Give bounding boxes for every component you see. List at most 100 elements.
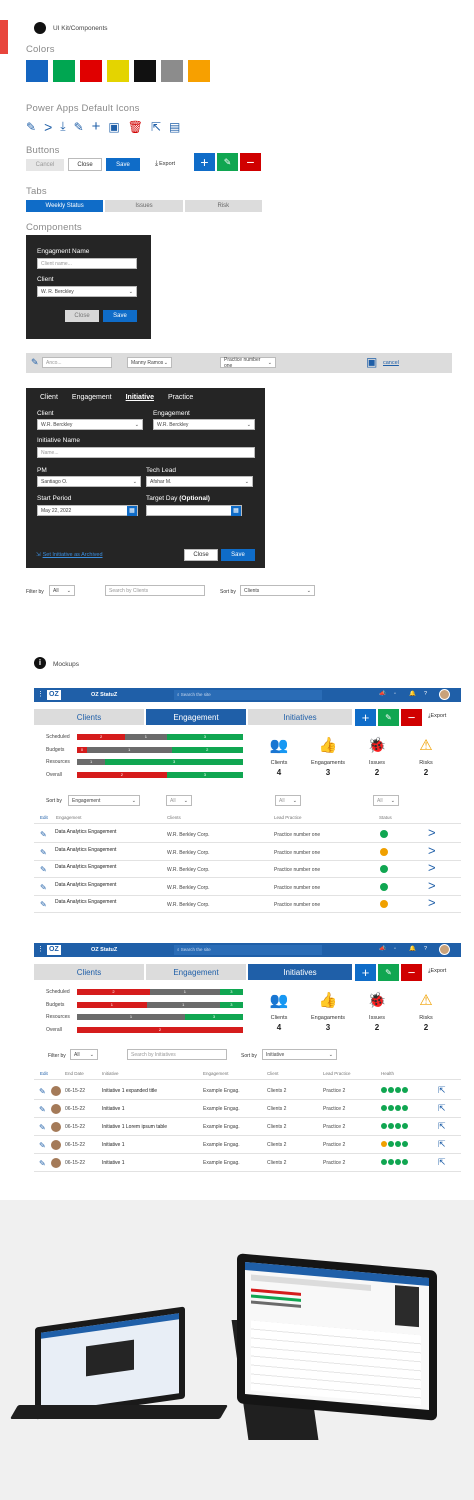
settings-small-icon[interactable]: ◦ bbox=[394, 946, 396, 952]
tab-issues[interactable]: Issues bbox=[105, 200, 183, 212]
edit-icon[interactable]: ✎ bbox=[40, 830, 47, 839]
engagement-select[interactable]: W.R. Berckley ⌄ bbox=[153, 419, 255, 430]
edit-document-icon[interactable]: ✎ bbox=[74, 120, 84, 134]
open-external-icon[interactable]: ⇱ bbox=[438, 1139, 446, 1150]
practice-select[interactable]: Practice number one ⌄ bbox=[220, 357, 276, 369]
open-external-icon[interactable]: ⇱ bbox=[438, 1157, 446, 1168]
chevron-right-icon[interactable]: > bbox=[428, 861, 436, 874]
table-row[interactable]: ✎ 06-15-22 Initiative 1 Lorem ipsum table E… bbox=[34, 1118, 461, 1136]
toolbar-search-input[interactable]: Anco... bbox=[42, 357, 112, 368]
edit-button[interactable]: ✎ bbox=[378, 964, 399, 981]
client-select[interactable]: W. R. Berckley ⌄ bbox=[37, 286, 137, 297]
initiative-tab[interactable]: Practice bbox=[168, 394, 193, 401]
filter-select[interactable]: All ⌄ bbox=[166, 795, 192, 806]
chevron-right-icon[interactable]: > bbox=[44, 119, 52, 135]
table-row[interactable]: ✎ Data Analytics Engagement W.R. Berkley C… bbox=[34, 861, 461, 878]
tab-engagement[interactable]: Engagement bbox=[146, 964, 246, 980]
save-icon[interactable]: ▣ bbox=[366, 355, 377, 369]
chevron-right-icon[interactable]: > bbox=[428, 896, 436, 909]
filter-select[interactable]: All ⌄ bbox=[70, 1049, 98, 1060]
avatar[interactable] bbox=[439, 944, 450, 955]
edit-icon[interactable]: ✎ bbox=[40, 848, 47, 857]
add-button[interactable]: + bbox=[194, 153, 215, 171]
pm-select[interactable]: Manny Ramos ⌄ bbox=[127, 357, 172, 368]
client-select[interactable]: W.R. Berckley ⌄ bbox=[37, 419, 143, 430]
target-day-input[interactable]: ▦ bbox=[146, 505, 242, 516]
edit-icon[interactable]: ✎ bbox=[39, 1159, 46, 1168]
edit-icon[interactable]: ✎ bbox=[40, 883, 47, 892]
open-external-icon[interactable]: ⇱ bbox=[438, 1085, 446, 1096]
download-icon[interactable]: ⤓ bbox=[60, 119, 65, 134]
filter-select[interactable]: All ⌄ bbox=[275, 795, 301, 806]
calendar-icon[interactable]: ▦ bbox=[127, 505, 137, 516]
initiative-tab[interactable]: Initiative bbox=[126, 394, 154, 401]
megaphone-icon[interactable]: 📣 bbox=[379, 946, 386, 952]
close-button[interactable]: Close bbox=[184, 549, 218, 561]
edit-button[interactable]: ✎ bbox=[217, 153, 238, 171]
add-icon[interactable]: + bbox=[92, 118, 101, 135]
edit-icon[interactable]: ✎ bbox=[40, 900, 47, 909]
add-button[interactable]: + bbox=[355, 964, 376, 981]
save-icon[interactable]: ▣ bbox=[108, 120, 119, 134]
sort-select[interactable]: Clients ⌄ bbox=[240, 585, 315, 596]
initiative-name-input[interactable]: Name... bbox=[37, 447, 255, 458]
table-row[interactable]: ✎ 06-15-22 Initiative 1 Example Engag. Clien… bbox=[34, 1154, 461, 1172]
tech-lead-select[interactable]: Afshar M. ⌄ bbox=[146, 476, 253, 487]
table-row[interactable]: ✎ 06-15-22 Initiative 1 Example Engag. Clien… bbox=[34, 1136, 461, 1154]
remove-button[interactable]: − bbox=[401, 709, 422, 726]
help-icon[interactable]: ? bbox=[424, 691, 427, 697]
save-button[interactable]: Save bbox=[106, 158, 140, 171]
tab-initiatives[interactable]: Initiatives bbox=[248, 709, 352, 725]
edit-icon[interactable]: ✎ bbox=[39, 1123, 46, 1132]
pm-select[interactable]: Santiago O. ⌄ bbox=[37, 476, 141, 487]
edit-button[interactable]: ✎ bbox=[378, 709, 399, 726]
chevron-right-icon[interactable]: > bbox=[428, 879, 436, 892]
close-button[interactable]: Close bbox=[68, 158, 102, 171]
edit-icon[interactable]: ✎ bbox=[26, 120, 36, 134]
tab-clients[interactable]: Clients bbox=[34, 964, 144, 980]
table-row[interactable]: ✎ Data Analytics Engagement W.R. Berkley C… bbox=[34, 826, 461, 843]
close-button[interactable]: Close bbox=[65, 310, 99, 322]
filter-select[interactable]: All ⌄ bbox=[49, 585, 75, 596]
open-external-icon[interactable]: ⇱ bbox=[438, 1121, 446, 1132]
table-row[interactable]: ✎ 06-15-22 Initiative 1 Example Engag. Clien… bbox=[34, 1100, 461, 1118]
app-search-input[interactable]: ⌕ Search the site bbox=[174, 945, 322, 955]
edit-icon[interactable]: ✎ bbox=[39, 1105, 46, 1114]
edit-icon[interactable]: ✎ bbox=[39, 1087, 46, 1096]
sort-select[interactable]: Initiative ⌄ bbox=[262, 1049, 337, 1060]
sort-select[interactable]: Engagement ⌄ bbox=[68, 795, 140, 806]
tab-risk[interactable]: Risk bbox=[184, 200, 262, 212]
open-external-icon[interactable]: ⇱ bbox=[151, 120, 161, 134]
app-search-input[interactable]: ⌕ Search the site bbox=[174, 690, 322, 700]
settings-small-icon[interactable]: ◦ bbox=[394, 691, 396, 697]
delete-icon[interactable]: 🗑 bbox=[128, 120, 143, 134]
export-button[interactable]: ⤓Export bbox=[428, 968, 446, 975]
add-button[interactable]: + bbox=[355, 709, 376, 726]
save-button[interactable]: Save bbox=[221, 549, 255, 561]
initiative-tab[interactable]: Engagement bbox=[72, 394, 112, 401]
calendar-icon[interactable]: ▦ bbox=[231, 505, 241, 516]
chevron-right-icon[interactable]: > bbox=[428, 844, 436, 857]
filter-select[interactable]: All ⌄ bbox=[373, 795, 399, 806]
table-row[interactable]: ✎ Data Analytics Engagement W.R. Berkley C… bbox=[34, 879, 461, 896]
tab-clients[interactable]: Clients bbox=[34, 709, 144, 725]
tab-engagement[interactable]: Engagement bbox=[146, 709, 246, 725]
archive-link[interactable]: ⇲ Set Initiative as Archived bbox=[36, 552, 103, 558]
bell-icon[interactable]: 🔔 bbox=[409, 691, 416, 697]
export-button[interactable]: ⤓Export bbox=[428, 713, 446, 720]
tab-weekly-status[interactable]: Weekly Status bbox=[26, 200, 104, 212]
table-row[interactable]: ✎ 06-15-22 Initiative 1 expanded title Exam… bbox=[34, 1082, 461, 1100]
export-button[interactable]: ⤓Export bbox=[155, 160, 175, 168]
archive-icon[interactable]: ▤ bbox=[169, 120, 180, 134]
avatar[interactable] bbox=[439, 689, 450, 700]
megaphone-icon[interactable]: 📣 bbox=[379, 691, 386, 697]
initiative-tab[interactable]: Client bbox=[40, 394, 58, 401]
start-period-input[interactable]: May 22, 2022 ▦ bbox=[37, 505, 138, 516]
table-row[interactable]: ✎ Data Analytics Engagement W.R. Berkley C… bbox=[34, 844, 461, 861]
open-external-icon[interactable]: ⇱ bbox=[438, 1103, 446, 1114]
remove-button[interactable]: − bbox=[401, 964, 422, 981]
help-icon[interactable]: ? bbox=[424, 946, 427, 952]
bell-icon[interactable]: 🔔 bbox=[409, 946, 416, 952]
cancel-button[interactable]: Cancel bbox=[26, 159, 64, 171]
initiative-search-input[interactable]: Search by Initiatives bbox=[127, 1049, 227, 1060]
